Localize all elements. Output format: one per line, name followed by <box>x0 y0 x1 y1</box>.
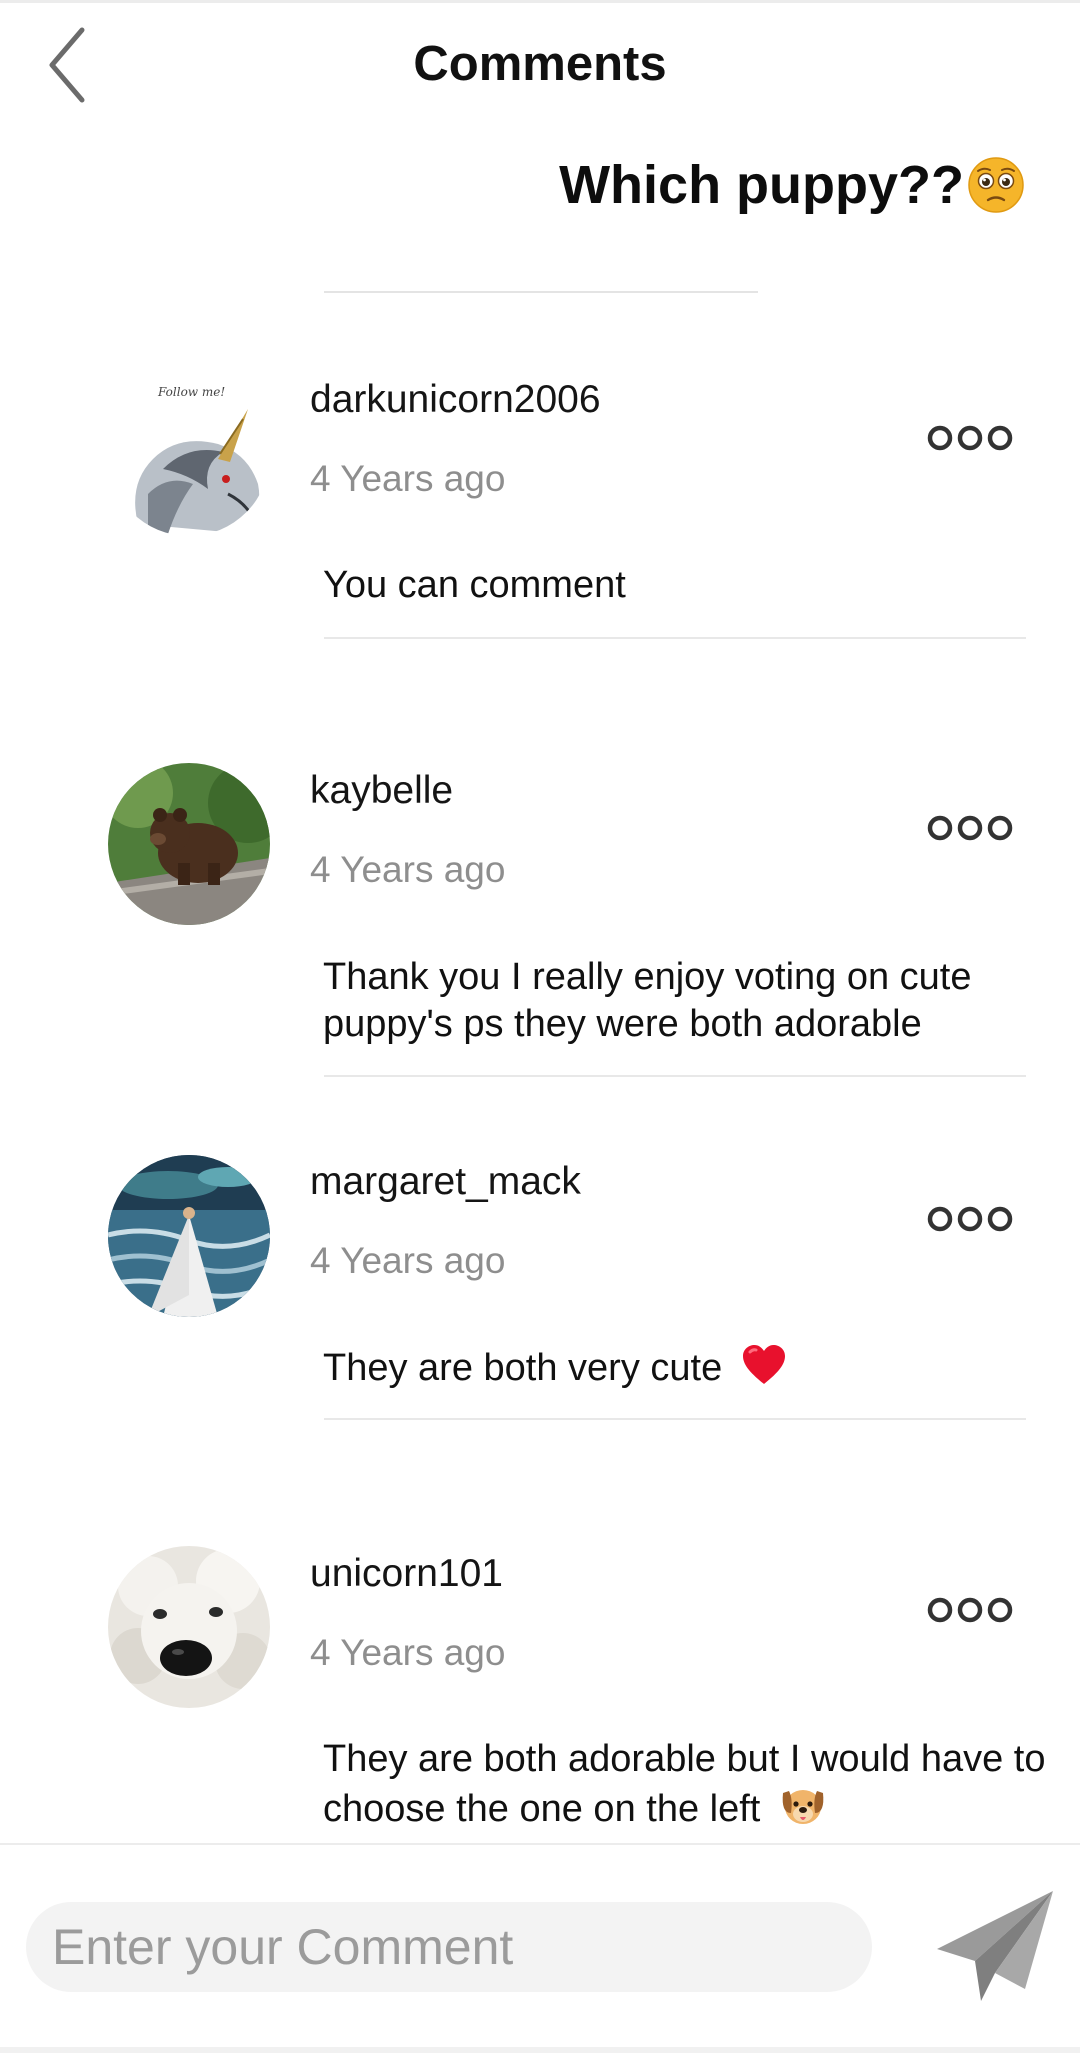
pleading-face-emoji <box>968 157 1024 213</box>
row-divider <box>324 637 1026 639</box>
comment-time: 4 Years ago <box>310 1240 506 1281</box>
send-button[interactable] <box>932 1887 1057 2007</box>
avatar[interactable]: Follow me! <box>108 374 270 536</box>
fluffy-white-dog-avatar <box>108 1546 270 1708</box>
post-title: Which puppy?? <box>559 154 1026 216</box>
comment-username[interactable]: unicorn101 <box>310 1552 503 1596</box>
avatar[interactable] <box>108 763 270 925</box>
row-divider <box>324 1075 1026 1077</box>
more-options-button[interactable] <box>920 1189 1020 1249</box>
row-divider <box>324 1418 1026 1420</box>
more-options-button[interactable] <box>920 1580 1020 1640</box>
comment-text: They are both very cute <box>323 1344 1043 1392</box>
comment-text: Thank you I really enjoy voting on cute … <box>323 956 972 1045</box>
avatar[interactable] <box>108 1155 270 1317</box>
red-heart-emoji <box>742 1345 785 1384</box>
more-dots-icon <box>927 1597 1013 1623</box>
header: Comments <box>0 0 1080 140</box>
comment-username[interactable]: kaybelle <box>310 769 453 813</box>
title-divider <box>324 291 758 293</box>
comment-text-content: They are both very cute <box>323 1347 723 1389</box>
post-title-text: Which puppy?? <box>559 155 964 215</box>
dog-face-emoji <box>782 1790 824 1824</box>
more-dots-icon <box>927 815 1013 841</box>
unicorn-avatar: Follow me! <box>108 374 270 536</box>
comment-text: They are both adorable but I would have … <box>323 1736 1053 1833</box>
avatar-caption: Follow me! <box>157 385 225 399</box>
comment-time: 4 Years ago <box>310 458 506 499</box>
more-options-button[interactable] <box>920 798 1020 858</box>
comment-input[interactable] <box>26 1902 872 1992</box>
bottom-edge <box>0 2047 1080 2053</box>
comment-text-content: They are both adorable but I would have … <box>323 1738 1046 1830</box>
comment-time: 4 Years ago <box>310 1632 506 1673</box>
more-dots-icon <box>927 1206 1013 1232</box>
comment-username[interactable]: margaret_mack <box>310 1160 581 1204</box>
comment-username[interactable]: darkunicorn2006 <box>310 378 601 422</box>
more-dots-icon <box>927 425 1013 451</box>
bear-cub-avatar <box>108 763 270 925</box>
comment-composer <box>0 1843 1080 2055</box>
comment-time: 4 Years ago <box>310 849 506 890</box>
comment-text: You can comment <box>323 564 626 606</box>
woman-in-white-dress-avatar <box>108 1155 270 1317</box>
page-title: Comments <box>413 37 667 91</box>
more-options-button[interactable] <box>920 408 1020 468</box>
paper-plane-icon <box>936 1891 1053 2001</box>
avatar[interactable] <box>108 1546 270 1708</box>
